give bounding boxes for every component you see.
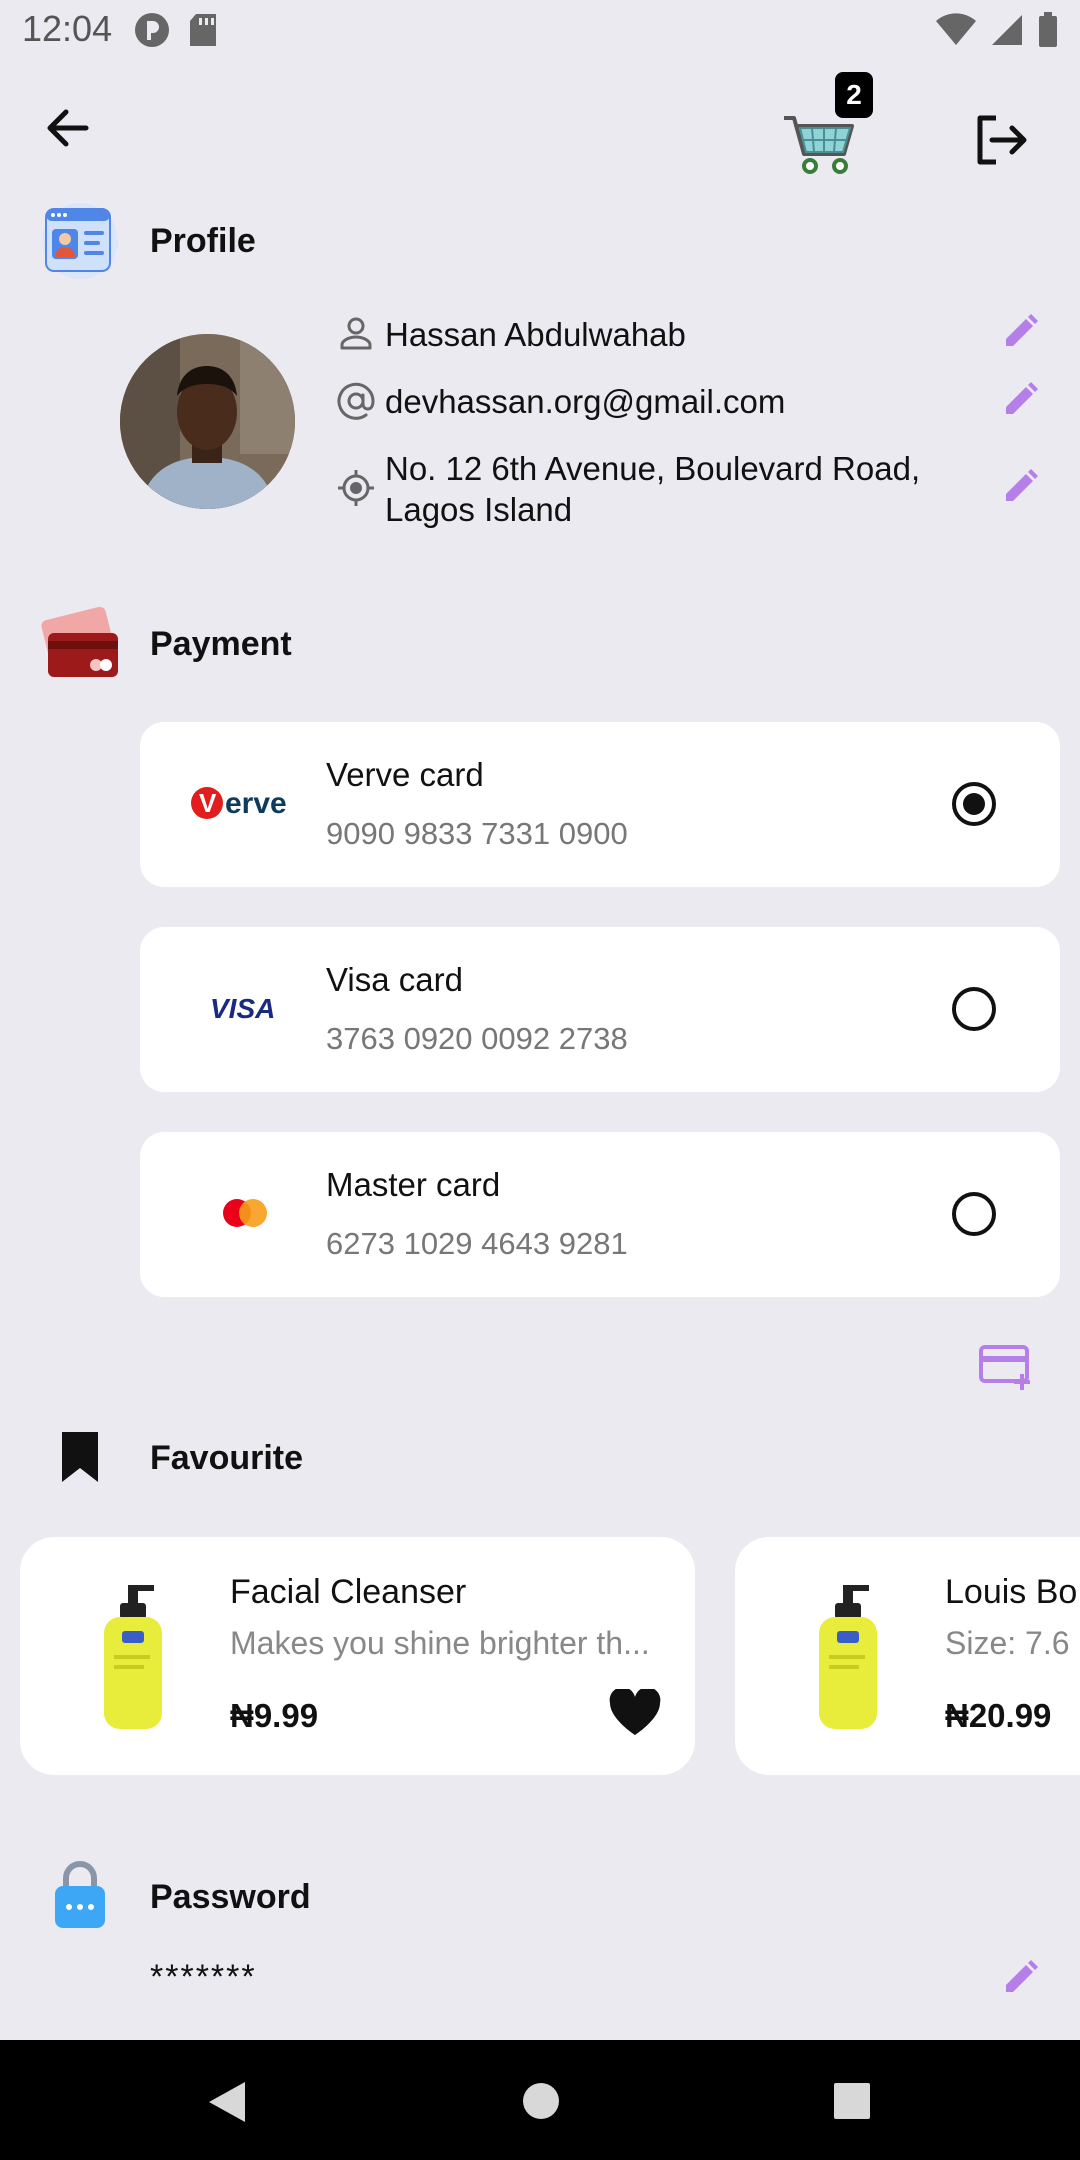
payment-radio-selected[interactable] xyxy=(952,782,996,826)
heart-icon[interactable] xyxy=(608,1687,662,1737)
payment-radio[interactable] xyxy=(952,987,996,1031)
lock-icon xyxy=(52,1860,108,1930)
password-value: ******* xyxy=(150,1958,257,1996)
sd-card-icon xyxy=(190,14,216,46)
nav-recents-button[interactable] xyxy=(834,2083,870,2119)
payment-card-name: Verve card xyxy=(326,756,484,793)
nav-home-icon xyxy=(523,2083,559,2119)
svg-text:erve: erve xyxy=(225,787,287,820)
favourite-item-name: Facial Cleanser xyxy=(230,1573,467,1611)
visa-logo: VISA xyxy=(190,983,300,1033)
nav-recents-icon xyxy=(834,2083,870,2119)
payment-card-name: Visa card xyxy=(326,961,463,998)
profile-address: No. 12 6th Avenue, Boulevard Road, Lagos… xyxy=(385,450,921,528)
cart-count-badge: 2 xyxy=(835,72,873,118)
payment-card-number: 9090 9833 7331 0900 xyxy=(326,816,628,851)
payment-card-visa[interactable]: VISA Visa card 3763 0920 0092 2738 xyxy=(140,927,1060,1092)
nav-back-button[interactable] xyxy=(205,2080,249,2124)
avatar[interactable] xyxy=(120,334,295,509)
payment-card-mastercard[interactable]: Master card 6273 1029 4643 9281 xyxy=(140,1132,1060,1297)
edit-address-icon[interactable] xyxy=(1000,467,1040,507)
favourite-item-price: ₦20.99 xyxy=(945,1697,1052,1734)
cleanser-bottle-image xyxy=(74,1585,194,1735)
add-card-icon xyxy=(979,1345,1030,1390)
favourite-item-description: Makes you shine brighter th... xyxy=(230,1625,650,1661)
edit-password-icon[interactable] xyxy=(1000,1958,1040,1998)
system-navigation-bar xyxy=(0,2040,1080,2160)
cleanser-bottle-image xyxy=(789,1585,909,1735)
payment-card-verve[interactable]: V erve Verve card 9090 9833 7331 0900 xyxy=(140,722,1060,887)
favourite-item-price: ₦9.99 xyxy=(230,1697,319,1734)
svg-text:VISA: VISA xyxy=(210,993,275,1024)
profile-email: devhassan.org@gmail.com xyxy=(385,383,786,420)
bookmark-icon xyxy=(58,1430,102,1484)
edit-name-icon[interactable] xyxy=(1000,312,1040,352)
arrow-left-icon xyxy=(47,109,89,147)
verve-logo: V erve xyxy=(190,778,300,828)
nav-back-icon xyxy=(209,2082,245,2122)
favourite-item-card[interactable]: Louis Bo Size: 7.6 ₦20.99 xyxy=(735,1537,1080,1775)
wifi-icon xyxy=(936,13,976,45)
profile-name: Hassan Abdulwahab xyxy=(385,316,686,353)
nav-home-button[interactable] xyxy=(522,2082,560,2120)
app-notification-icon xyxy=(135,13,169,47)
back-button[interactable] xyxy=(40,100,96,156)
at-sign-icon xyxy=(336,381,376,421)
favourite-item-description: Size: 7.6 xyxy=(945,1625,1070,1661)
favourite-item-card[interactable]: Facial Cleanser Makes you shine brighter… xyxy=(20,1537,695,1775)
status-icons-left xyxy=(134,12,218,48)
signal-icon xyxy=(992,15,1022,45)
edit-email-icon[interactable] xyxy=(1000,380,1040,420)
credit-card-icon xyxy=(40,603,120,683)
add-card-button[interactable] xyxy=(978,1344,1034,1392)
mastercard-logo xyxy=(190,1188,300,1238)
payment-section-title: Payment xyxy=(150,625,292,663)
logout-button[interactable] xyxy=(972,112,1028,168)
payment-card-number: 6273 1029 4643 9281 xyxy=(326,1226,628,1261)
status-icons-right xyxy=(936,12,1058,48)
payment-card-name: Master card xyxy=(326,1166,501,1203)
shopping-cart-icon xyxy=(784,116,854,174)
location-target-icon xyxy=(336,468,376,508)
logout-icon xyxy=(977,115,1027,165)
cart-button[interactable] xyxy=(780,110,860,180)
favourite-section-title: Favourite xyxy=(150,1439,304,1477)
battery-icon xyxy=(1039,12,1057,47)
password-section-title: Password xyxy=(150,1878,311,1916)
profile-section-title: Profile xyxy=(150,222,256,260)
favourite-item-name: Louis Bo xyxy=(945,1573,1078,1611)
svg-text:V: V xyxy=(199,788,217,818)
person-icon xyxy=(336,314,376,354)
profile-card-icon xyxy=(40,201,120,281)
payment-card-number: 3763 0920 0092 2738 xyxy=(326,1021,628,1056)
status-time: 12:04 xyxy=(22,8,113,49)
payment-radio[interactable] xyxy=(952,1192,996,1236)
